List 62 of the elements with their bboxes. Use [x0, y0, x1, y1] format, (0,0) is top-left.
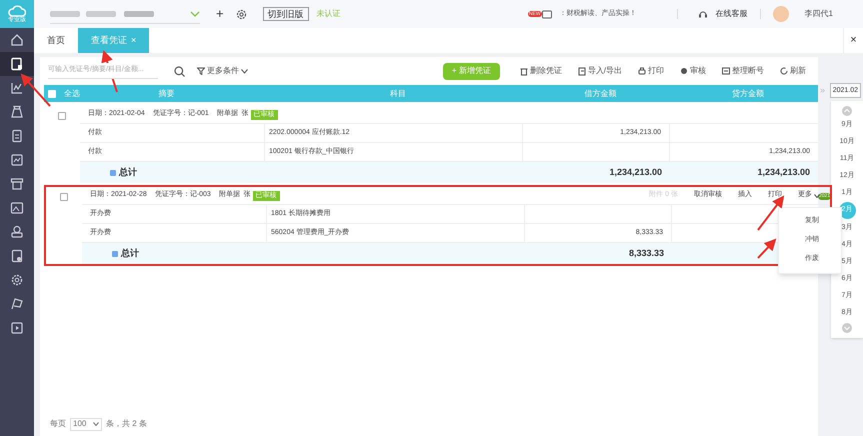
toolbar-button[interactable]: 审核: [676, 65, 710, 77]
refresh-icon: [780, 66, 788, 76]
chevron-down-icon: [842, 323, 852, 333]
annotation-arrow: [757, 195, 784, 231]
column-header: 科目: [389, 88, 407, 100]
total-count: 条，共 2 条: [106, 418, 147, 430]
list-icon: [722, 66, 730, 76]
checkbox[interactable]: [58, 112, 66, 120]
report-icon: [10, 153, 24, 167]
annotation-arrow: [20, 74, 51, 107]
file-icon: [10, 129, 24, 143]
toolbar-button[interactable]: 整理断号: [718, 65, 768, 77]
user-name[interactable]: 李四代1: [804, 8, 833, 20]
total-debit: 1,234,213.00: [608, 166, 663, 179]
per-page-label: 每页: [50, 418, 66, 430]
search-icon: [174, 66, 185, 76]
import-icon: [578, 66, 586, 76]
column-header: 借方金额: [584, 88, 618, 100]
total-debit: 8,333.33: [628, 246, 665, 260]
certification-status: 未认证: [316, 8, 341, 20]
home-icon: [10, 33, 24, 47]
annotation-arrow: [757, 238, 776, 259]
flag-icon: [10, 297, 24, 311]
column-header: 贷方金额: [731, 88, 765, 100]
online-support-link[interactable]: 在线客服: [716, 8, 748, 20]
toolbar-button[interactable]: 刷新: [776, 65, 810, 77]
chart-icon: [10, 81, 24, 95]
funnel-icon: [197, 67, 205, 75]
play-icon: [10, 321, 24, 335]
toolbar-button[interactable]: 打印: [634, 65, 668, 77]
document-icon: [10, 57, 24, 71]
toolbar-button[interactable]: 导入/导出: [574, 65, 626, 77]
bag-icon: [10, 105, 24, 119]
square-icon: [112, 250, 118, 256]
chevron-up-icon: [842, 106, 852, 116]
checkbox[interactable]: [48, 90, 56, 98]
checkbox[interactable]: [60, 193, 68, 201]
cloud-icon: [8, 5, 26, 17]
archive-icon: [10, 177, 24, 191]
image-icon: [10, 201, 24, 215]
chevron-down-icon: [190, 10, 200, 16]
switch-version-button[interactable]: 切到旧版: [262, 7, 309, 21]
total-credit: 1,234,213.00: [756, 166, 811, 179]
page-size-select[interactable]: 100: [70, 418, 102, 430]
settings-icon: [236, 8, 247, 20]
toolbar-button[interactable]: 删除凭证: [516, 65, 566, 77]
sidebar-item[interactable]: [0, 52, 34, 76]
filter-button[interactable]: 更多条件: [197, 65, 248, 77]
column-header: 摘要: [158, 88, 176, 100]
headset-icon: [698, 9, 708, 19]
settings-icon: [10, 273, 24, 287]
square-icon: [110, 170, 116, 176]
trash-icon: [520, 66, 528, 76]
printer-icon: [638, 66, 646, 76]
tv-icon: [542, 10, 552, 18]
chevron-down-icon: [241, 68, 248, 74]
total-label: 总计: [121, 246, 139, 260]
chevron-down-icon: [93, 422, 99, 426]
total-label: 总计: [119, 166, 137, 179]
chevron-down-icon: [814, 194, 820, 198]
add-button[interactable]: +: [216, 4, 224, 24]
page-icon: [10, 249, 24, 263]
